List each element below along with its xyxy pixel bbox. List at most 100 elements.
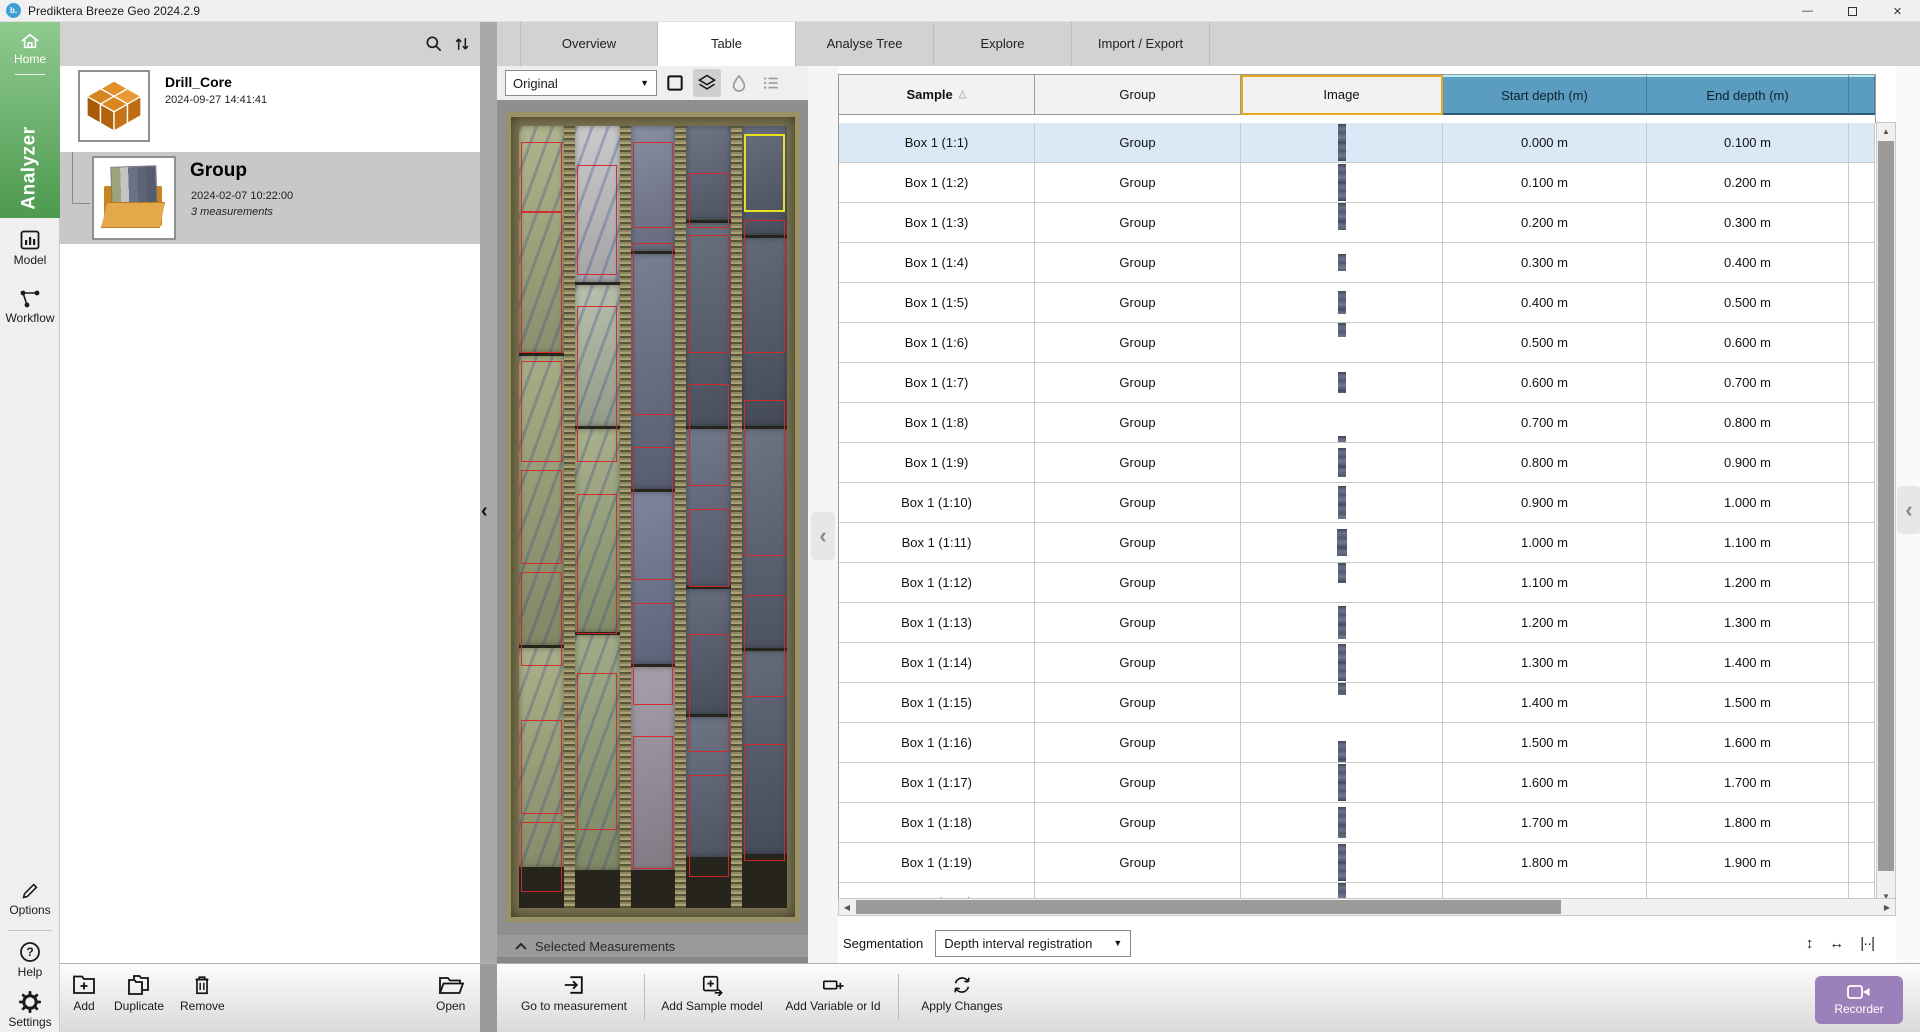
collapse-right-panel-button[interactable]: ‹ xyxy=(1897,486,1920,534)
sidebar-item-home[interactable]: Home xyxy=(0,22,60,75)
table-row[interactable]: Box 1 (1:14)Group1.300 m1.400 m xyxy=(839,643,1877,683)
add-sample-model-button[interactable]: Add Sample model xyxy=(652,970,772,1026)
minimize-button[interactable]: — xyxy=(1785,0,1830,22)
segment-outline[interactable] xyxy=(689,509,729,587)
panel-splitter-viewer[interactable]: ‹ xyxy=(808,66,838,963)
segment-outline[interactable] xyxy=(521,822,561,892)
segment-outline[interactable] xyxy=(633,736,673,869)
measurement-item-group[interactable]: Group 2024-02-07 10:22:00 3 measurements xyxy=(60,152,480,244)
search-icon[interactable] xyxy=(424,34,444,54)
table-row[interactable]: Box 1 (1:9)Group0.800 m0.900 m xyxy=(839,443,1877,483)
column-header-end-depth[interactable]: End depth (m) xyxy=(1647,75,1849,115)
segment-outline[interactable] xyxy=(521,142,561,212)
segment-outline[interactable] xyxy=(577,494,617,635)
measurement-item-drill-core[interactable]: Drill_Core 2024-09-27 14:41:41 xyxy=(60,68,480,152)
scroll-left-button[interactable]: ◀ xyxy=(839,899,855,915)
segment-outline[interactable] xyxy=(633,142,673,228)
segment-outline[interactable] xyxy=(577,165,617,274)
segment-outline[interactable] xyxy=(744,400,784,556)
table-row[interactable]: Box 1 (1:16)Group1.500 m1.600 m xyxy=(839,723,1877,763)
segment-outline[interactable] xyxy=(521,470,561,564)
table-row[interactable]: Box 1 (1:8)Group0.700 m0.800 m xyxy=(839,403,1877,443)
column-header-stub[interactable] xyxy=(1849,75,1875,115)
maximize-button[interactable] xyxy=(1830,0,1875,22)
details-tool-button[interactable] xyxy=(757,69,785,97)
segment-outline[interactable] xyxy=(744,220,784,353)
add-button[interactable]: Add xyxy=(64,970,104,1026)
panel-splitter-left[interactable]: ‹ xyxy=(480,22,497,963)
sidebar-item-options[interactable]: Options xyxy=(0,880,60,917)
sort-icon[interactable] xyxy=(452,34,472,54)
table-row[interactable]: Box 1 (1:19)Group1.800 m1.900 m xyxy=(839,843,1877,883)
segment-outline[interactable] xyxy=(633,243,673,415)
segment-outline[interactable] xyxy=(577,306,617,462)
table-row[interactable]: Box 1 (1:1)Group0.000 m0.100 m xyxy=(839,123,1877,163)
segment-outline[interactable] xyxy=(521,361,561,463)
fit-width-icon[interactable]: |··| xyxy=(1860,935,1874,952)
layer-select-dropdown[interactable]: Original ▼ xyxy=(505,70,657,96)
table-row[interactable]: Box 1 (1:7)Group0.600 m0.700 m xyxy=(839,363,1877,403)
table-row[interactable]: Box 1 (1:3)Group0.200 m0.300 m xyxy=(839,203,1877,243)
table-row[interactable]: Box 1 (1:5)Group0.400 m0.500 m xyxy=(839,283,1877,323)
sidebar-item-model[interactable]: Model xyxy=(0,228,60,267)
table-row[interactable]: Box 1 (1:13)Group1.200 m1.300 m xyxy=(839,603,1877,643)
sidebar-item-workflow[interactable]: Workflow xyxy=(0,286,60,325)
collapse-viewer-button[interactable]: ‹ xyxy=(811,512,835,560)
segment-outline[interactable] xyxy=(521,572,561,666)
tab-table[interactable]: Table xyxy=(658,22,796,66)
segment-outline[interactable] xyxy=(633,447,673,580)
sidebar-item-settings[interactable]: Settings xyxy=(0,990,60,1029)
column-header-group[interactable]: Group xyxy=(1035,75,1241,115)
goto-measurement-button[interactable]: Go to measurement xyxy=(512,970,636,1026)
tab-analyse-tree[interactable]: Analyse Tree xyxy=(796,22,934,66)
frame-tool-button[interactable] xyxy=(661,69,689,97)
column-header-image[interactable]: Image xyxy=(1241,75,1443,115)
apply-changes-button[interactable]: Apply Changes xyxy=(912,970,1012,1026)
tab-import-export[interactable]: Import / Export xyxy=(1072,22,1210,66)
segment-outline[interactable] xyxy=(521,720,561,814)
core-image-canvas[interactable] xyxy=(497,100,808,935)
droplet-tool-button[interactable] xyxy=(725,69,753,97)
collapse-left-icon[interactable]: ‹ xyxy=(481,500,488,523)
scroll-right-button[interactable]: ▶ xyxy=(1879,899,1895,915)
column-header-sample[interactable]: Sample △ xyxy=(839,75,1035,115)
table-row[interactable]: Box 1 (1:6)Group0.500 m0.600 m xyxy=(839,323,1877,363)
segment-outline[interactable] xyxy=(744,595,784,697)
table-row[interactable]: Box 1 (1:11)Group1.000 m1.100 m xyxy=(839,523,1877,563)
segmentation-dropdown[interactable]: Depth interval registration ▼ xyxy=(935,930,1131,957)
segment-outline[interactable] xyxy=(633,603,673,705)
table-row[interactable]: Box 1 (1:12)Group1.100 m1.200 m xyxy=(839,563,1877,603)
layers-tool-button[interactable] xyxy=(693,69,721,97)
segment-outline[interactable] xyxy=(689,235,729,352)
table-row[interactable]: Box 1 (1:17)Group1.600 m1.700 m xyxy=(839,763,1877,803)
table-row[interactable]: Box 1 (1:4)Group0.300 m0.400 m xyxy=(839,243,1877,283)
segment-outline[interactable] xyxy=(689,775,729,877)
add-variable-button[interactable]: Add Variable or Id xyxy=(774,970,892,1026)
tab-explore[interactable]: Explore xyxy=(934,22,1072,66)
segment-outline[interactable] xyxy=(689,634,729,751)
remove-button[interactable]: Remove xyxy=(172,970,233,1026)
segment-outline[interactable] xyxy=(521,212,561,353)
selected-segment-outline[interactable] xyxy=(744,134,784,212)
table-row[interactable]: Box 1 (1:10)Group0.900 m1.000 m xyxy=(839,483,1877,523)
sidebar-item-help[interactable]: ? Help xyxy=(0,940,60,979)
resize-vertical-icon[interactable]: ↕ xyxy=(1806,935,1814,952)
tab-overview[interactable]: Overview xyxy=(520,22,658,66)
close-button[interactable]: ✕ xyxy=(1875,0,1920,22)
selected-measurements-bar[interactable]: Selected Measurements xyxy=(497,935,808,963)
segment-outline[interactable] xyxy=(744,744,784,861)
scroll-up-button[interactable]: ▲ xyxy=(1877,123,1895,140)
table-row[interactable]: Box 1 (1:2)Group0.100 m0.200 m xyxy=(839,163,1877,203)
vertical-scroll-thumb[interactable] xyxy=(1878,141,1894,871)
table-row[interactable]: Box 1 (1:18)Group1.700 m1.800 m xyxy=(839,803,1877,843)
segment-outline[interactable] xyxy=(689,173,729,228)
open-button[interactable]: Open xyxy=(428,970,473,1026)
recorder-button[interactable]: Recorder xyxy=(1815,976,1903,1024)
vertical-scrollbar[interactable]: ▲ ▼ xyxy=(1876,122,1896,906)
duplicate-button[interactable]: Duplicate xyxy=(106,970,172,1026)
segment-outline[interactable] xyxy=(577,673,617,829)
resize-horizontal-icon[interactable]: ↔ xyxy=(1829,935,1844,952)
sidebar-item-analyzer[interactable]: Analyzer xyxy=(0,118,60,218)
horizontal-scroll-thumb[interactable] xyxy=(856,900,1561,914)
segment-outline[interactable] xyxy=(689,384,729,486)
